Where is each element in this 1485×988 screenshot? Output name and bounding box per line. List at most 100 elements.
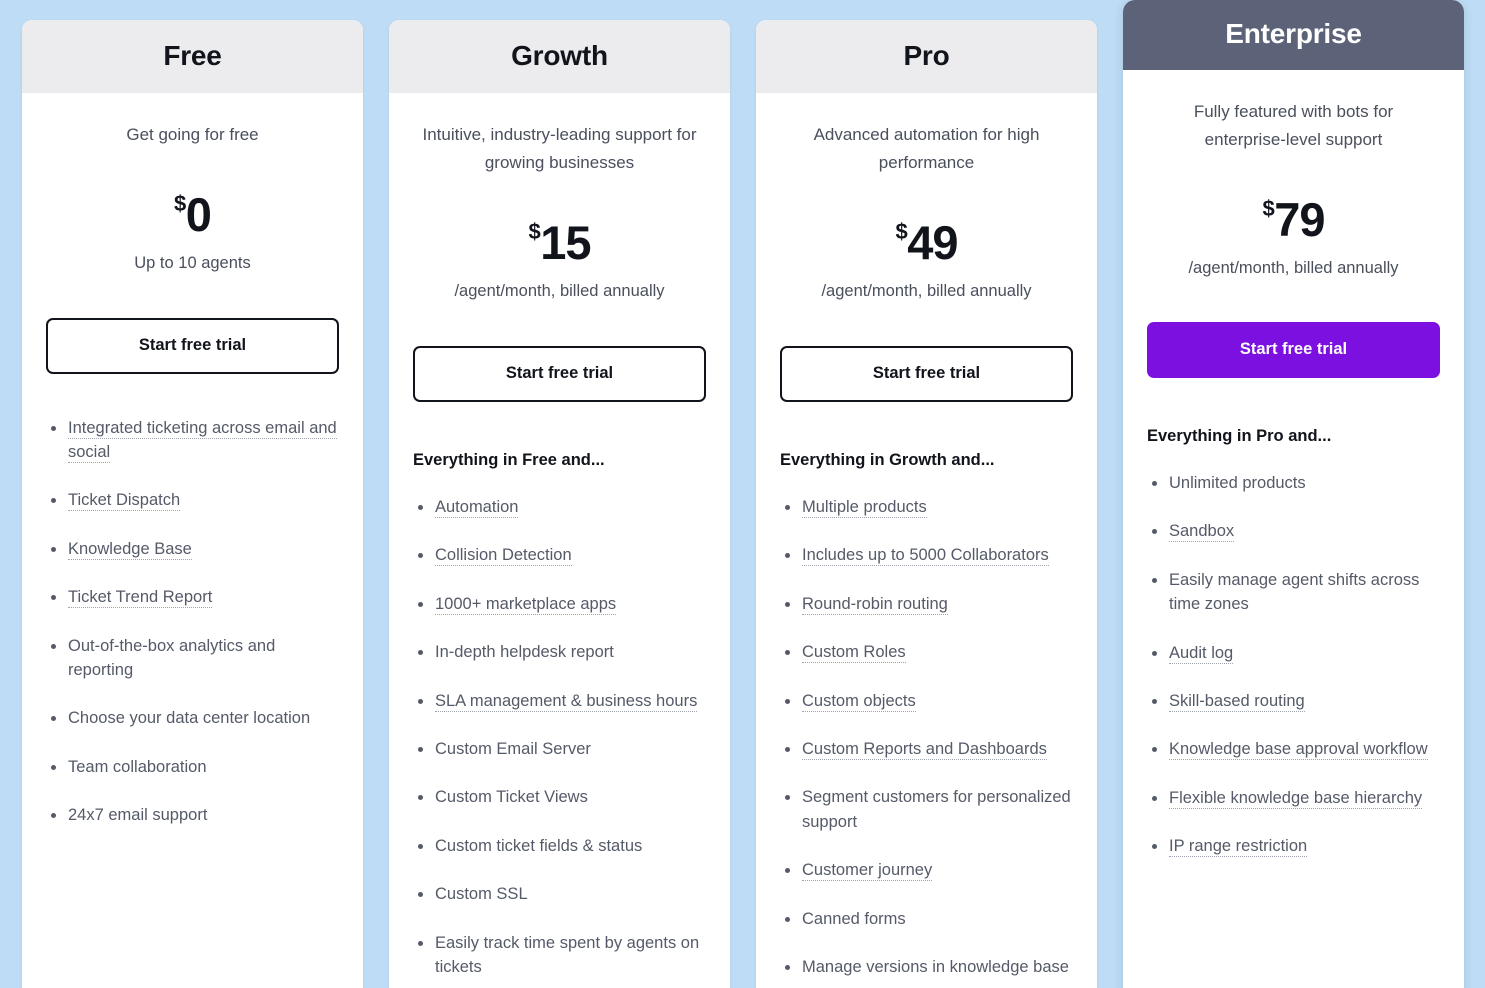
feature-label: Integrated ticketing across email and so…: [68, 418, 337, 463]
feature-label: Unlimited products: [1169, 474, 1306, 493]
feature-label: Customer journey: [802, 861, 933, 882]
feature-item: Out-of-the-box analytics and reporting: [46, 634, 339, 683]
feature-label: Collision Detection: [435, 546, 572, 567]
feature-label: Includes up to 5000 Collaborators: [802, 546, 1049, 567]
price-currency-symbol: $: [528, 218, 541, 244]
feature-item[interactable]: Integrated ticketing across email and so…: [46, 416, 339, 465]
feature-item: Custom Ticket Views: [413, 785, 706, 809]
price-note: /agent/month, billed annually: [454, 281, 665, 300]
feature-item[interactable]: SLA management & business hours: [413, 689, 706, 713]
feature-item[interactable]: Automation: [413, 495, 706, 519]
pricing-card-free: Free Get going for free $0 Up to 10 agents S…: [22, 20, 363, 988]
feature-label: Custom Roles: [802, 643, 906, 664]
feature-item: Team collaboration: [46, 755, 339, 779]
plan-tagline: Intuitive, industry-leading support for …: [422, 124, 697, 172]
feature-label: Automation: [435, 498, 519, 519]
feature-label: Custom Ticket Views: [435, 788, 588, 807]
feature-item[interactable]: Custom Roles: [780, 640, 1073, 664]
plan-tagline: Fully featured with bots for enterprise-…: [1193, 101, 1394, 149]
feature-item[interactable]: Includes up to 5000 Collaborators: [780, 543, 1073, 567]
feature-item[interactable]: Collision Detection: [413, 543, 706, 567]
price-currency-symbol: $: [895, 218, 908, 244]
features-heading: Everything in Growth and...: [780, 450, 995, 469]
price-note: /agent/month, billed annually: [821, 281, 1032, 300]
feature-item[interactable]: Ticket Dispatch: [46, 488, 339, 512]
start-free-trial-button[interactable]: Start free trial: [46, 317, 339, 374]
feature-item[interactable]: Multiple products: [780, 495, 1073, 519]
feature-label: Ticket Trend Report: [68, 588, 213, 609]
feature-label: Sandbox: [1169, 522, 1235, 543]
feature-label: Knowledge base approval workflow: [1169, 740, 1428, 761]
pricing-card-pro: Pro Advanced automation for high performa…: [756, 20, 1097, 988]
feature-label: In-depth helpdesk report: [435, 643, 614, 662]
card-gap: [363, 0, 389, 1]
feature-label: Custom SSL: [435, 885, 528, 904]
price-note: /agent/month, billed annually: [1188, 258, 1399, 277]
plan-tagline: Get going for free: [126, 124, 259, 144]
feature-label: Custom Reports and Dashboards: [802, 740, 1047, 761]
plan-title: Enterprise: [1225, 18, 1362, 49]
plan-price: $79: [1262, 192, 1325, 246]
feature-label: Team collaboration: [68, 757, 207, 776]
feature-item: In-depth helpdesk report: [413, 640, 706, 664]
feature-item[interactable]: Flexible knowledge base hierarchy: [1147, 786, 1440, 810]
card-header-growth: Growth: [389, 20, 730, 93]
feature-label: Flexible knowledge base hierarchy: [1169, 788, 1423, 809]
feature-item[interactable]: IP range restriction: [1147, 834, 1440, 858]
features-list: Automation Collision Detection 1000+ marke…: [413, 495, 706, 979]
price-note: Up to 10 agents: [134, 253, 251, 272]
feature-item: Custom ticket fields & status: [413, 834, 706, 858]
features-heading: Everything in Pro and...: [1147, 426, 1332, 445]
feature-item[interactable]: Skill-based routing: [1147, 689, 1440, 713]
feature-item[interactable]: Customer journey: [780, 858, 1073, 882]
feature-label: Segment customers for personalized suppo…: [802, 788, 1071, 831]
features-list: Integrated ticketing across email and so…: [46, 416, 339, 828]
features-heading: Everything in Free and...: [413, 450, 605, 469]
feature-item: 24x7 email support: [46, 803, 339, 827]
feature-label: 24x7 email support: [68, 806, 208, 825]
feature-label: Canned forms: [802, 909, 906, 928]
feature-item[interactable]: Knowledge Base: [46, 537, 339, 561]
feature-label: Knowledge Base: [68, 539, 192, 560]
card-body-free: Get going for free $0 Up to 10 agents Start…: [22, 120, 363, 828]
price-block: $79: [1147, 196, 1440, 243]
plan-price: $15: [528, 218, 591, 266]
feature-label: 1000+ marketplace apps: [435, 594, 617, 615]
features-list: Unlimited products Sandbox Easily manage a…: [1147, 471, 1440, 859]
feature-label: Skill-based routing: [1169, 692, 1305, 713]
feature-item[interactable]: Knowledge base approval workflow: [1147, 737, 1440, 761]
feature-item[interactable]: Sandbox: [1147, 519, 1440, 543]
feature-label: Custom objects: [802, 691, 916, 712]
feature-label: SLA management & business hours: [435, 691, 698, 712]
feature-label: Out-of-the-box analytics and reporting: [68, 636, 276, 679]
start-free-trial-button[interactable]: Start free trial: [1147, 321, 1440, 378]
card-body-enterprise: Fully featured with bots for enterprise-…: [1123, 97, 1464, 859]
feature-item[interactable]: Ticket Trend Report: [46, 585, 339, 609]
feature-label: IP range restriction: [1169, 837, 1308, 858]
feature-item: Canned forms: [780, 907, 1073, 931]
start-free-trial-button[interactable]: Start free trial: [413, 345, 706, 402]
feature-item[interactable]: Custom Reports and Dashboards: [780, 737, 1073, 761]
feature-item[interactable]: 1000+ marketplace apps: [413, 592, 706, 616]
start-free-trial-button[interactable]: Start free trial: [780, 345, 1073, 402]
plan-price: $0: [174, 190, 212, 238]
feature-label: Audit log: [1169, 643, 1234, 664]
feature-item[interactable]: Audit log: [1147, 641, 1440, 665]
feature-item: Segment customers for personalized suppo…: [780, 785, 1073, 834]
feature-item[interactable]: Custom objects: [780, 689, 1073, 713]
feature-item[interactable]: Round-robin routing: [780, 592, 1073, 616]
feature-label: Custom ticket fields & status: [435, 836, 643, 855]
price-currency-symbol: $: [1262, 195, 1275, 221]
price-amount: 79: [1274, 192, 1325, 246]
card-body-growth: Intuitive, industry-leading support for …: [389, 120, 730, 980]
features-list: Multiple products Includes up to 5000 Col…: [780, 495, 1073, 979]
price-currency-symbol: $: [174, 190, 186, 216]
plan-title: Free: [163, 40, 222, 71]
pricing-card-enterprise: Enterprise Fully featured with bots for e…: [1123, 0, 1464, 988]
feature-label: Multiple products: [802, 498, 927, 519]
pricing-card-growth: Growth Intuitive, industry-leading suppor…: [389, 20, 730, 988]
plan-price: $49: [895, 218, 958, 266]
feature-label: Manage versions in knowledge base: [802, 958, 1069, 977]
feature-item: Custom SSL: [413, 882, 706, 906]
feature-label: Easily track time spent by agents on tic…: [435, 933, 700, 977]
